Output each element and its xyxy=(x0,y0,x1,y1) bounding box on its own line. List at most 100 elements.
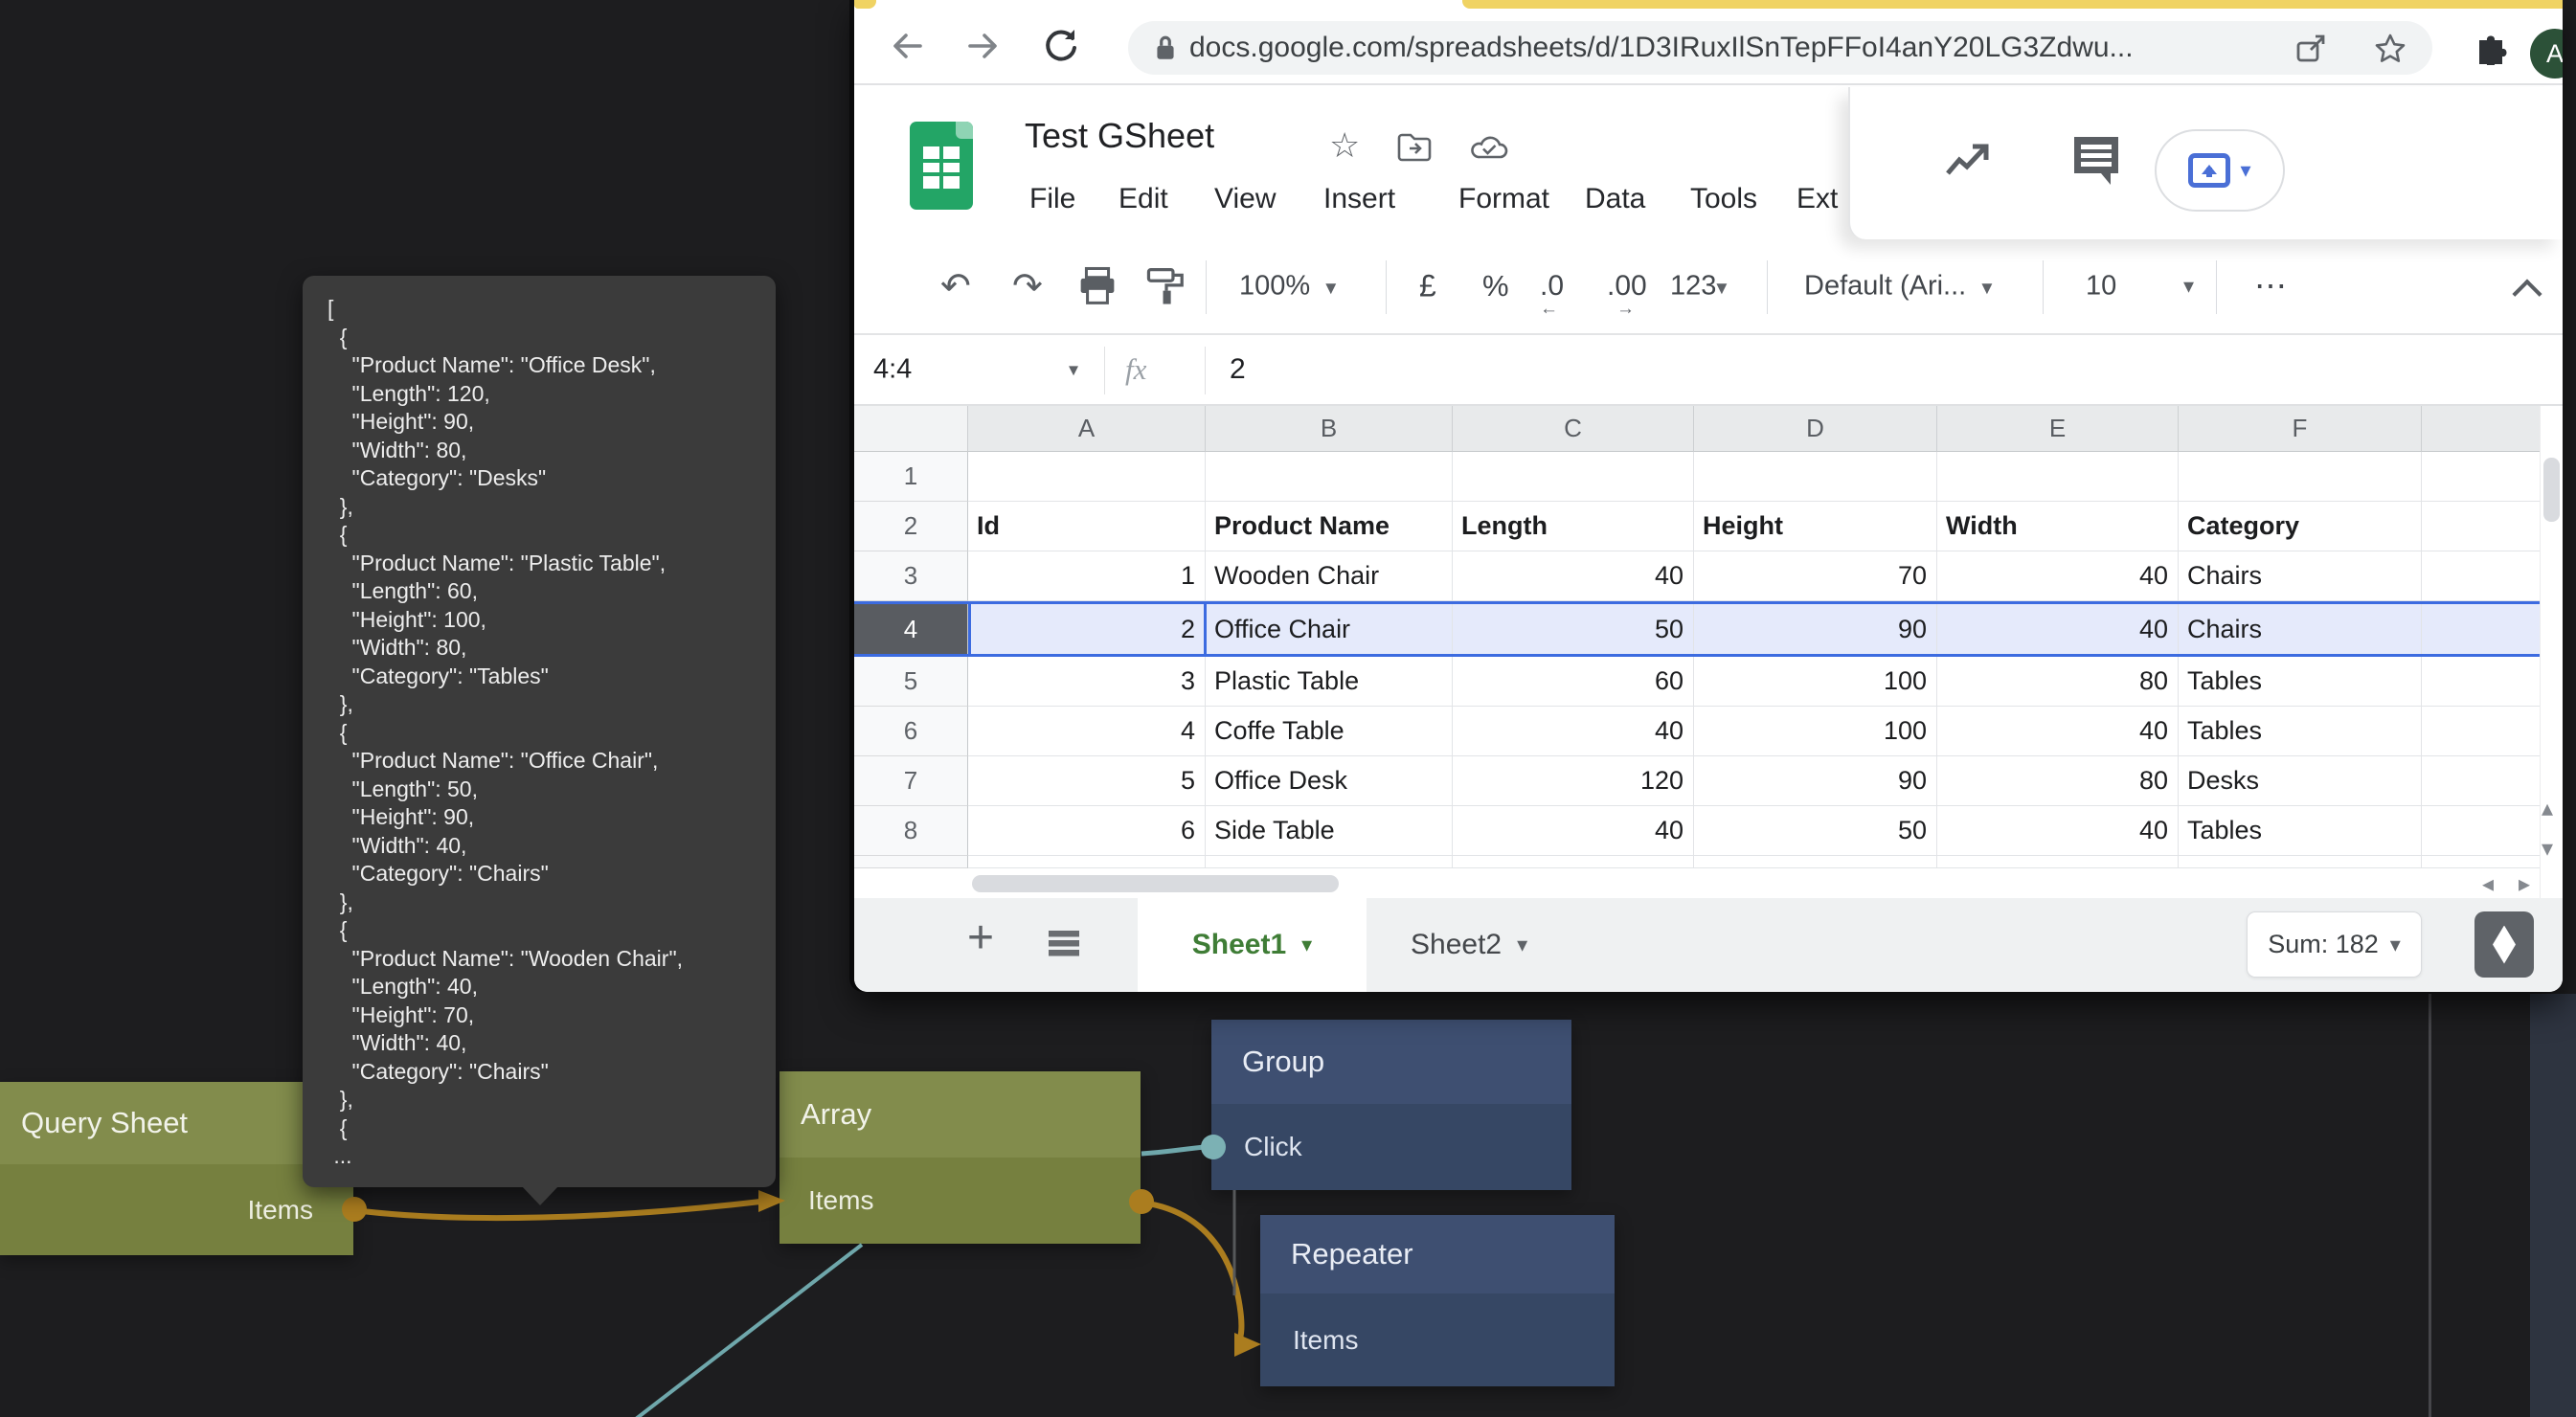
cell-C1[interactable] xyxy=(1453,452,1694,502)
add-sheet-button[interactable]: + xyxy=(967,911,994,964)
cell-A2[interactable]: Id xyxy=(968,502,1206,551)
number-format-button[interactable]: 123▾ xyxy=(1670,271,1727,303)
sum-indicator[interactable]: Sum: 182 ▾ xyxy=(2247,911,2422,978)
cell-C8[interactable]: 40 xyxy=(1453,806,1694,856)
back-icon[interactable] xyxy=(889,29,927,63)
increase-decimals-button[interactable]: .00 xyxy=(1607,270,1647,303)
print-icon[interactable] xyxy=(1076,265,1119,307)
cell-D8[interactable]: 50 xyxy=(1694,806,1937,856)
url-text[interactable]: docs.google.com/spreadsheets/d/1D3IRuxIl… xyxy=(1189,32,2134,64)
cell-F2[interactable]: Category xyxy=(2179,502,2422,551)
cell-E4[interactable]: 40 xyxy=(1937,604,2179,654)
node-repeater[interactable]: Repeater Items xyxy=(1260,1215,1615,1386)
scroll-down-icon[interactable]: ▾ xyxy=(2542,835,2553,863)
comment-icon[interactable] xyxy=(2068,133,2124,192)
cell-F3[interactable]: Chairs xyxy=(2179,551,2422,601)
menu-edit[interactable]: Edit xyxy=(1119,183,1168,215)
column-header-F[interactable]: F xyxy=(2179,406,2422,452)
column-header-B[interactable]: B xyxy=(1206,406,1453,452)
star-document-icon[interactable]: ☆ xyxy=(1329,125,1360,166)
font-size-caret[interactable]: ▾ xyxy=(2183,274,2194,299)
cell-D1[interactable] xyxy=(1694,452,1937,502)
cell-A6[interactable]: 4 xyxy=(968,707,1206,756)
cell-F8[interactable]: Tables xyxy=(2179,806,2422,856)
cell-A1[interactable] xyxy=(968,452,1206,502)
vertical-scrollbar[interactable]: ▴ ▾ xyxy=(2540,406,2563,898)
cell-B2[interactable]: Product Name xyxy=(1206,502,1453,551)
cell-F7[interactable]: Desks xyxy=(2179,756,2422,806)
scroll-up-icon[interactable]: ▴ xyxy=(2542,795,2553,822)
cell-E3[interactable]: 40 xyxy=(1937,551,2179,601)
cell-F4[interactable]: Chairs xyxy=(2179,604,2422,654)
menu-view[interactable]: View xyxy=(1214,183,1276,215)
column-header-C[interactable]: C xyxy=(1453,406,1694,452)
toolbar-more-button[interactable]: ⋯ xyxy=(2254,267,2289,305)
document-title[interactable]: Test GSheet xyxy=(1025,116,1214,156)
cell-D3[interactable]: 70 xyxy=(1694,551,1937,601)
sum-caret[interactable]: ▾ xyxy=(2390,933,2401,957)
move-to-folder-icon[interactable] xyxy=(1396,131,1433,162)
cell-A8[interactable]: 6 xyxy=(968,806,1206,856)
forward-icon[interactable] xyxy=(963,29,1002,63)
horizontal-scrollbar-thumb[interactable] xyxy=(972,875,1339,892)
menu-data[interactable]: Data xyxy=(1585,183,1645,215)
row-header-4[interactable]: 4 xyxy=(854,604,968,654)
cell-C2[interactable]: Length xyxy=(1453,502,1694,551)
cell-F1[interactable] xyxy=(2179,452,2422,502)
row-header-3[interactable]: 3 xyxy=(854,551,968,601)
cell-E1[interactable] xyxy=(1937,452,2179,502)
node-query-sheet[interactable]: Query Sheet Items xyxy=(0,1082,353,1255)
collapse-toolbar-icon[interactable] xyxy=(2512,279,2542,308)
menu-format[interactable]: Format xyxy=(1458,183,1549,215)
explore-button[interactable] xyxy=(2474,911,2534,978)
formula-input[interactable]: 2 xyxy=(1230,353,1246,386)
format-percent-button[interactable]: % xyxy=(1482,269,1509,304)
cell-C5[interactable]: 60 xyxy=(1453,657,1694,707)
cell-D4[interactable]: 90 xyxy=(1694,604,1937,654)
scroll-right-icon[interactable]: ▸ xyxy=(2519,870,2530,898)
paint-format-icon[interactable] xyxy=(1145,265,1187,307)
row-header-5[interactable]: 5 xyxy=(854,657,968,707)
cell-D2[interactable]: Height xyxy=(1694,502,1937,551)
all-sheets-icon[interactable] xyxy=(1049,931,1079,959)
font-size-select[interactable]: 10 xyxy=(2086,271,2116,303)
vertical-scrollbar-thumb[interactable] xyxy=(2543,458,2560,522)
undo-icon[interactable]: ↶ xyxy=(940,265,971,308)
format-currency-button[interactable]: £ xyxy=(1419,269,1436,304)
row-header-8[interactable]: 8 xyxy=(854,806,968,856)
row-header-6[interactable]: 6 xyxy=(854,707,968,756)
cell-F5[interactable]: Tables xyxy=(2179,657,2422,707)
cell-A3[interactable]: 1 xyxy=(968,551,1206,601)
cell-E2[interactable]: Width xyxy=(1937,502,2179,551)
cell-C3[interactable]: 40 xyxy=(1453,551,1694,601)
menu-file[interactable]: File xyxy=(1029,183,1075,215)
cell-C4[interactable]: 50 xyxy=(1453,604,1694,654)
sheet-tab-sheet2[interactable]: Sheet2 ▾ xyxy=(1411,898,1527,992)
scroll-left-icon[interactable]: ◂ xyxy=(2482,870,2494,898)
extensions-puzzle-icon[interactable] xyxy=(2471,27,2509,65)
cell-B7[interactable]: Office Desk xyxy=(1206,756,1453,806)
share-page-icon[interactable] xyxy=(2294,33,2327,65)
cell-B8[interactable]: Side Table xyxy=(1206,806,1453,856)
cell-E5[interactable]: 80 xyxy=(1937,657,2179,707)
redo-icon[interactable]: ↷ xyxy=(1012,265,1043,308)
activity-trend-icon[interactable] xyxy=(1944,141,1994,181)
browser-profile-avatar[interactable]: A xyxy=(2530,29,2563,79)
cell-B3[interactable]: Wooden Chair xyxy=(1206,551,1453,601)
cell-E6[interactable]: 40 xyxy=(1937,707,2179,756)
node-array[interactable]: Array Items xyxy=(780,1071,1141,1244)
cell-B5[interactable]: Plastic Table xyxy=(1206,657,1453,707)
cell-C7[interactable]: 120 xyxy=(1453,756,1694,806)
cell-F6[interactable]: Tables xyxy=(2179,707,2422,756)
reload-icon[interactable] xyxy=(1040,27,1080,65)
sheet1-menu-caret[interactable]: ▾ xyxy=(1301,933,1312,957)
name-box[interactable]: 4:4 xyxy=(873,354,912,386)
cell-B1[interactable] xyxy=(1206,452,1453,502)
cell-A7[interactable]: 5 xyxy=(968,756,1206,806)
node-group[interactable]: Group Click xyxy=(1211,1020,1571,1190)
sheet-tab-sheet1[interactable]: Sheet1 ▾ xyxy=(1138,898,1367,992)
bookmark-star-icon[interactable] xyxy=(2373,32,2407,66)
column-header-E[interactable]: E xyxy=(1937,406,2179,452)
cell-D6[interactable]: 100 xyxy=(1694,707,1937,756)
cell-A5[interactable]: 3 xyxy=(968,657,1206,707)
